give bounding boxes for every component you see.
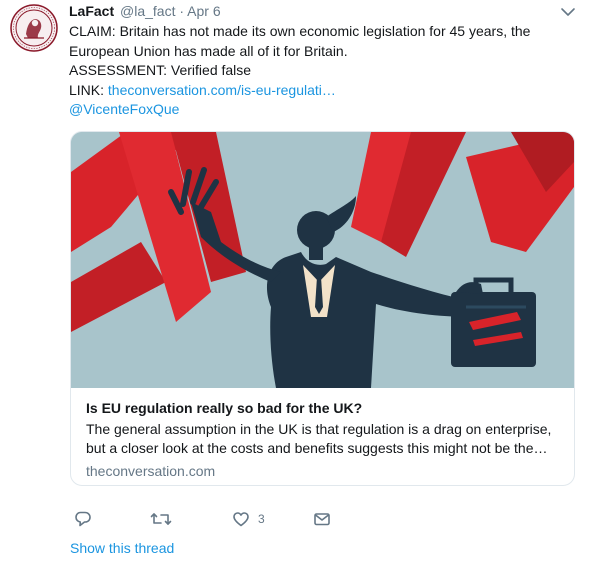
tweet-text-line: CLAIM: Britain has not made its own econ… [69,23,531,39]
link-card[interactable]: Is EU regulation really so bad for the U… [70,131,575,486]
tweet-actions: 3 [70,508,370,530]
author-handle[interactable]: @la_fact [120,3,175,19]
separator-dot: · [179,3,185,19]
card-description: The general assumption in the UK is that… [86,420,566,458]
tweet-link-line: LINK: theconversation.com/is-eu-regulati… [69,81,569,101]
chevron-down-icon[interactable] [560,6,576,18]
retweet-icon [150,513,172,525]
tweet-text: CLAIM: Britain has not made its own econ… [69,22,569,120]
timestamp[interactable]: Apr 6 [187,3,220,19]
direct-message-icon [314,513,330,526]
article-link[interactable]: theconversation.com/is-eu-regulati… [108,82,336,98]
like-count: 3 [258,512,265,526]
card-title[interactable]: Is EU regulation really so bad for the U… [86,399,566,417]
businesswoman-red-tape-illustration [71,132,574,388]
retweet-button[interactable] [150,508,172,530]
mention-link[interactable]: @VicenteFoxQue [69,100,569,120]
tweet-header: LaFact @la_fact · Apr 6 [69,3,221,23]
card-body: Is EU regulation really so bad for the U… [86,399,566,479]
reply-button[interactable] [74,508,92,530]
show-thread-link[interactable]: Show this thread [70,540,174,556]
author-name[interactable]: LaFact [69,3,114,19]
reply-icon [75,511,91,527]
like-icon [233,512,249,527]
avatar[interactable] [10,4,58,52]
direct-message-button[interactable] [313,508,331,530]
card-description-line: The general assumption in the UK is that… [86,421,552,437]
tweet-text-line: ASSESSMENT: Verified false [69,62,252,78]
card-description-line: but a closer look at the costs and benef… [86,440,548,456]
card-domain: theconversation.com [86,463,216,479]
seal-icon [10,4,58,52]
like-button[interactable]: 3 [232,508,265,530]
card-image[interactable] [71,132,574,388]
tweet[interactable]: LaFact @la_fact · Apr 6 CLAIM: Britain h… [0,0,592,561]
link-prefix: LINK: [69,81,108,98]
tweet-text-line: European Union has made all of it for Br… [69,42,348,59]
